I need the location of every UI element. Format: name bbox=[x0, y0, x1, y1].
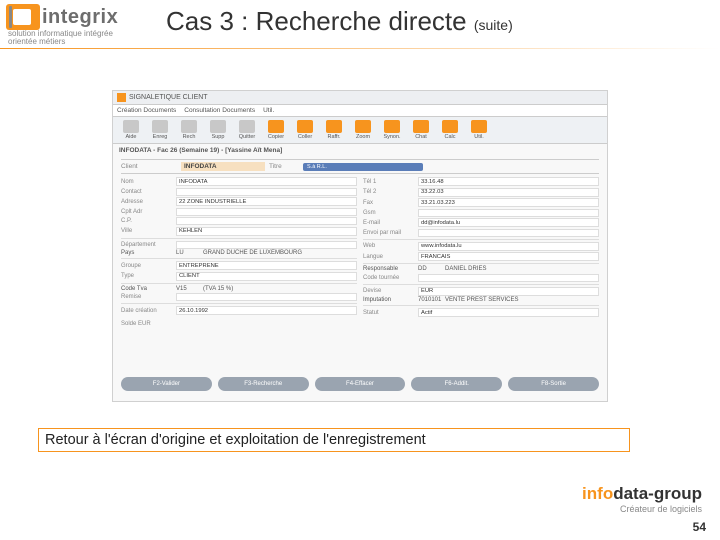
app-icon bbox=[117, 93, 126, 102]
toolbar-coller-button[interactable]: Coller bbox=[291, 119, 319, 141]
search-icon bbox=[181, 120, 197, 133]
envoi-mail-field[interactable] bbox=[418, 229, 599, 237]
window-title: SIGNALETIQUE CLIENT bbox=[129, 94, 208, 101]
integrix-mark-icon bbox=[6, 4, 40, 30]
web-field[interactable]: www.infodata.lu bbox=[418, 242, 599, 251]
integrix-logo: integrix solution informatique intégrée … bbox=[6, 4, 154, 46]
gsm-field[interactable] bbox=[418, 209, 599, 217]
groupe-field[interactable]: ENTREPRENE bbox=[176, 261, 357, 270]
exit-icon bbox=[239, 120, 255, 133]
pays-code-field[interactable]: LU bbox=[176, 250, 200, 256]
slide-title-suite: (suite) bbox=[474, 17, 513, 33]
toolbar-aide-button[interactable]: Aide bbox=[117, 119, 145, 141]
form-left-col: NomINFODATA Contact Adresse22 ZONE INDUS… bbox=[121, 177, 357, 319]
infodata-tagline: Créateur de logiciels bbox=[582, 504, 702, 514]
page-number: 54 bbox=[693, 520, 706, 534]
callout-text: Retour à l'écran d'origine et exploitati… bbox=[45, 432, 426, 448]
callout-box: Retour à l'écran d'origine et exploitati… bbox=[38, 428, 630, 452]
code-tournee-field[interactable] bbox=[418, 274, 599, 282]
departement-field[interactable] bbox=[176, 241, 357, 249]
synon-icon bbox=[384, 120, 400, 133]
f2-valider-button[interactable]: F2-Valider bbox=[121, 377, 212, 391]
langue-field[interactable]: FRANCAIS bbox=[418, 252, 599, 261]
divider bbox=[0, 48, 720, 49]
delete-icon bbox=[210, 120, 226, 133]
f4-effacer-button[interactable]: F4-Effacer bbox=[315, 377, 406, 391]
fax-field[interactable]: 33.21.03.223 bbox=[418, 198, 599, 207]
chat-icon bbox=[413, 120, 429, 133]
save-icon bbox=[152, 120, 168, 133]
ville-field[interactable]: KEHLEN bbox=[176, 227, 357, 236]
titre-chip: S.à R.L. bbox=[303, 163, 423, 171]
toolbar-raffr-button[interactable]: Raffr. bbox=[320, 119, 348, 141]
toolbar-quitter-button[interactable]: Quitter bbox=[233, 119, 261, 141]
help-icon bbox=[123, 120, 139, 133]
titre-label: Titre bbox=[269, 163, 299, 170]
codetva-field[interactable]: V15 bbox=[176, 286, 200, 292]
form-area: Client INFODATA Titre S.à R.L. NomINFODA… bbox=[113, 157, 607, 329]
toolbar-supp-button[interactable]: Supp bbox=[204, 119, 232, 141]
toolbar-chat-button[interactable]: Chat bbox=[407, 119, 435, 141]
imputation-code-field[interactable]: 7010101 bbox=[418, 297, 442, 303]
toolbar-synon-button[interactable]: Synon. bbox=[378, 119, 406, 141]
integrix-tagline-2: orientée métiers bbox=[8, 37, 154, 46]
client-label: Client bbox=[121, 163, 177, 170]
f6-addit-button[interactable]: F6-Addit. bbox=[411, 377, 502, 391]
remise-field[interactable] bbox=[176, 293, 357, 301]
email-field[interactable]: dd@infodata.lu bbox=[418, 218, 599, 227]
client-header-row: Client INFODATA Titre S.à R.L. bbox=[121, 159, 599, 174]
toolbar-enreg-button[interactable]: Enreg bbox=[146, 119, 174, 141]
tel2-field[interactable]: 33.22.03 bbox=[418, 188, 599, 197]
toolbar-calc-button[interactable]: Calc bbox=[436, 119, 464, 141]
f3-recherche-button[interactable]: F3-Recherche bbox=[218, 377, 309, 391]
slide-title-main: Cas 3 : Recherche directe bbox=[166, 6, 467, 36]
infodata-logo: infodata-group Créateur de logiciels bbox=[582, 484, 702, 514]
toolbar-copier-button[interactable]: Copier bbox=[262, 119, 290, 141]
f8-sortie-button[interactable]: F8-Sortie bbox=[508, 377, 599, 391]
statut-field[interactable]: Actif bbox=[418, 308, 599, 317]
toolbar: Aide Enreg Rech Supp Quitter Copier Coll… bbox=[113, 116, 607, 144]
slide-title: Cas 3 : Recherche directe (suite) bbox=[166, 6, 513, 37]
refresh-icon bbox=[326, 120, 342, 133]
tel1-field[interactable]: 33.16.48 bbox=[418, 177, 599, 186]
zoom-icon bbox=[355, 120, 371, 133]
context-line: INFODATA - Fac 26 (Semaine 19) - [Yassin… bbox=[113, 144, 607, 157]
toolbar-rech-button[interactable]: Rech bbox=[175, 119, 203, 141]
resp-name-field: DANIEL DRIES bbox=[445, 266, 599, 272]
contact-field[interactable] bbox=[176, 188, 357, 196]
copy-icon bbox=[268, 120, 284, 133]
integrix-brand-text: integrix bbox=[42, 6, 118, 29]
devise-field[interactable]: EUR bbox=[418, 287, 599, 296]
window-titlebar: SIGNALETIQUE CLIENT bbox=[113, 91, 607, 105]
pays-name-field: GRAND DUCHE DE LUXEMBOURG bbox=[203, 250, 357, 256]
solde-line: Solde EUR bbox=[121, 321, 599, 327]
type-field[interactable]: CLIENT bbox=[176, 272, 357, 281]
menu-item[interactable]: Util. bbox=[263, 107, 274, 114]
toolbar-util-button[interactable]: Util. bbox=[465, 119, 493, 141]
function-key-bar: F2-Valider F3-Recherche F4-Effacer F6-Ad… bbox=[121, 377, 599, 391]
menu-item[interactable]: Création Documents bbox=[117, 107, 176, 114]
nom-field[interactable]: INFODATA bbox=[176, 177, 357, 186]
adresse-field[interactable]: 22 ZONE INDUSTRIELLE bbox=[176, 197, 357, 206]
calc-icon bbox=[442, 120, 458, 133]
resp-code-field[interactable]: DD bbox=[418, 266, 442, 272]
codetva-desc: (TVA 15 %) bbox=[203, 286, 357, 292]
paste-icon bbox=[297, 120, 313, 133]
toolbar-zoom-button[interactable]: Zoom bbox=[349, 119, 377, 141]
menu-item[interactable]: Consultation Documents bbox=[184, 107, 255, 114]
imputation-name-field: VENTE PREST SERVICES bbox=[445, 297, 599, 303]
util-icon bbox=[471, 120, 487, 133]
cp-field[interactable] bbox=[176, 217, 357, 225]
cplt-adr-field[interactable] bbox=[176, 208, 357, 216]
menubar: Création Documents Consultation Document… bbox=[113, 105, 607, 116]
date-creation-field: 26.10.1992 bbox=[176, 306, 357, 315]
client-name[interactable]: INFODATA bbox=[181, 162, 265, 171]
form-right-col: Tél 133.16.48 Tél 233.22.03 Fax33.21.03.… bbox=[363, 177, 599, 319]
app-window: SIGNALETIQUE CLIENT Création Documents C… bbox=[112, 90, 608, 402]
